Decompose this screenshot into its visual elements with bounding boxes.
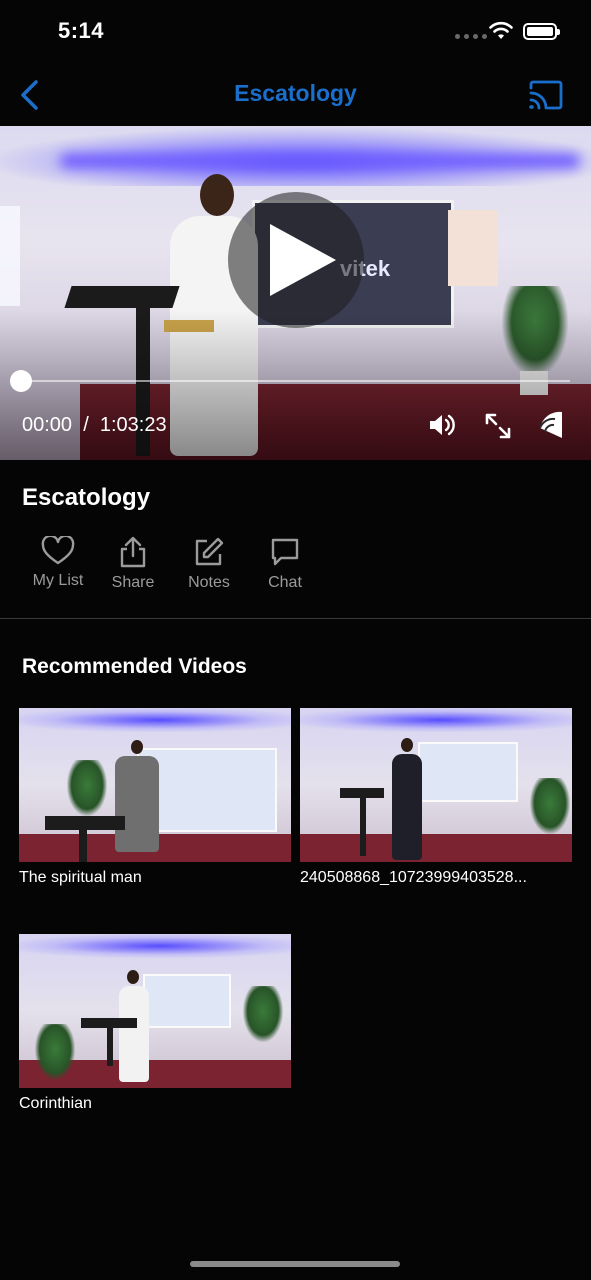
- notes-button[interactable]: Notes: [171, 536, 247, 592]
- recommended-thumbnail[interactable]: [19, 708, 291, 862]
- airplay-icon[interactable]: [536, 410, 564, 440]
- notes-label: Notes: [188, 574, 230, 591]
- recommended-thumbnail[interactable]: [300, 708, 572, 862]
- duration: 1:03:23: [99, 414, 167, 436]
- recommended-title[interactable]: Corinthian: [19, 1095, 291, 1113]
- status-time: 5:14: [58, 18, 105, 43]
- heart-icon: [41, 536, 75, 565]
- fullscreen-icon[interactable]: [484, 412, 512, 440]
- share-icon: [120, 536, 146, 568]
- chat-button[interactable]: Chat: [247, 536, 323, 592]
- volume-icon[interactable]: [428, 412, 456, 438]
- edit-icon: [195, 537, 224, 566]
- current-time: 00:00: [22, 414, 73, 436]
- cellular-signal-icon: [455, 34, 487, 39]
- recommended-thumbnail[interactable]: [19, 934, 291, 1088]
- recommended-heading: Recommended Videos: [22, 655, 247, 678]
- battery-icon: [523, 23, 560, 40]
- play-icon[interactable]: [270, 224, 336, 296]
- share-button[interactable]: Share: [95, 536, 171, 592]
- video-player[interactable]: vitek 00:00 / 1:03:23: [0, 126, 591, 460]
- progress-handle[interactable]: [10, 370, 32, 392]
- progress-track[interactable]: [22, 380, 570, 382]
- recommended-title[interactable]: 240508868_10723999403528...: [300, 869, 572, 887]
- my-list-label: My List: [32, 572, 84, 589]
- home-indicator: [190, 1261, 400, 1267]
- chat-label: Chat: [268, 574, 302, 591]
- video-title: Escatology: [22, 484, 151, 511]
- share-label: Share: [111, 574, 155, 591]
- chat-bubble-icon: [271, 538, 299, 566]
- my-list-button[interactable]: My List: [20, 536, 96, 590]
- time-separator: /: [83, 414, 89, 436]
- page-title: Escatology: [234, 80, 357, 106]
- cast-icon[interactable]: [528, 80, 564, 110]
- time-display: 00:00 / 1:03:23: [22, 414, 167, 437]
- wifi-icon: [489, 21, 513, 39]
- recommended-title[interactable]: The spiritual man: [19, 869, 291, 887]
- divider: [0, 618, 591, 619]
